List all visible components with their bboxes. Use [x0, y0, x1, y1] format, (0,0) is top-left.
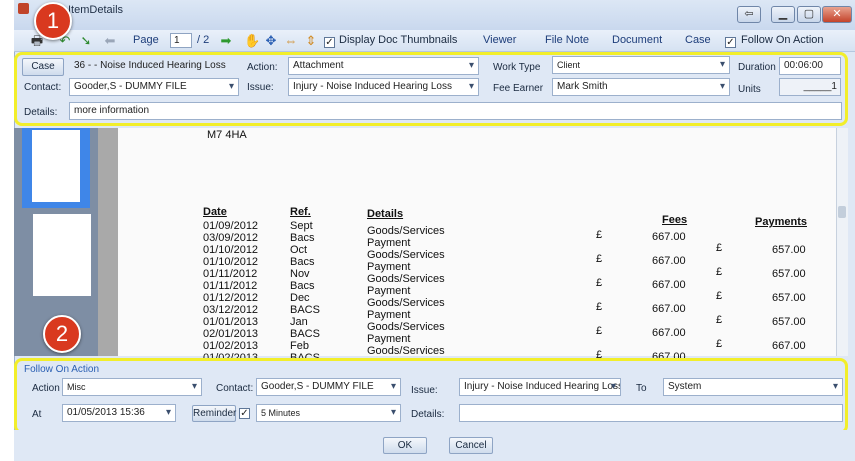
fee-currency: £ — [596, 277, 603, 289]
statement-ref-cell: Sept — [290, 220, 313, 232]
pan-hand-icon[interactable]: ✋ — [244, 34, 260, 48]
statement-details-cell: Payment — [367, 333, 411, 345]
file-note-button[interactable]: File Note — [545, 34, 589, 46]
page-total: / 2 — [197, 34, 210, 46]
statement-date-cell: 03/09/2012 — [203, 232, 259, 244]
statement-details-cell: Payment — [367, 285, 411, 297]
payment-currency: £ — [716, 314, 723, 326]
fee-amount-cell: 667.00 — [652, 255, 686, 267]
statement-ref-cell: Feb — [290, 340, 309, 352]
statement-ref-cell: Bacs — [290, 256, 315, 268]
statement-date-cell: 01/11/2012 — [203, 280, 258, 292]
viewer-button[interactable]: Viewer — [483, 34, 516, 46]
statement-ref-cell: BACS — [290, 328, 320, 340]
payment-currency: £ — [716, 266, 723, 278]
statement-ref-cell: Bacs — [290, 280, 315, 292]
statement-date-cell: 01/11/2012 — [203, 268, 258, 280]
fee-currency: £ — [596, 253, 603, 265]
fee-currency: £ — [596, 229, 603, 241]
fit-width-icon[interactable]: ⇔ — [284, 34, 298, 48]
statement-details-cell: Payment — [367, 237, 411, 249]
document-button[interactable]: Document — [612, 34, 662, 46]
statement-ref-cell: Oct — [290, 244, 308, 256]
statement-ref-cell: Jan — [290, 316, 308, 328]
statement-date-cell: 01/01/2013 — [203, 316, 259, 328]
minimize-button[interactable]: ▁ — [771, 6, 795, 23]
follow-on-action-label: Follow On Action — [741, 34, 824, 46]
follow-on-action-checkbox[interactable]: ✓ — [725, 37, 736, 48]
fee-amount-cell: 667.00 — [652, 231, 686, 243]
callout-badge-1: 1 — [34, 2, 72, 40]
page-1-thumbnail[interactable] — [22, 128, 90, 208]
document-header-payments: Payments — [755, 216, 807, 228]
payment-currency: £ — [716, 338, 723, 350]
scrollbar-thumb[interactable] — [838, 206, 846, 218]
callout-1-highlight — [14, 52, 848, 126]
statement-date-cell: 01/02/2013 — [203, 340, 259, 352]
document-header-fees: Fees — [662, 214, 688, 226]
fit-height-icon[interactable]: ⇕ — [304, 34, 318, 48]
window-title: ItemDetails — [68, 4, 124, 16]
document-address-line: M7 4HA — [207, 129, 247, 141]
cancel-button[interactable]: Cancel — [449, 437, 493, 454]
display-thumbnails-checkbox[interactable]: ✓ — [324, 37, 335, 48]
case-toolbar-button[interactable]: Case — [685, 34, 711, 46]
statement-date-cell: 02/01/2013 — [203, 328, 259, 340]
display-thumbnails-label: Display Doc Thumbnails — [339, 34, 458, 46]
statement-date-cell: 03/12/2012 — [203, 304, 259, 316]
statement-date-cell: 01/10/2012 — [203, 244, 259, 256]
select-icon[interactable]: ✥ — [264, 34, 278, 48]
statement-details-cell: Goods/Services — [367, 249, 445, 261]
close-button[interactable]: ✕ — [822, 6, 852, 23]
payment-currency: £ — [716, 242, 723, 254]
restore-back-button[interactable]: ⇦ — [737, 6, 761, 23]
page-label: Page — [133, 34, 159, 46]
statement-ref-cell: Dec — [290, 292, 310, 304]
title-bar — [14, 0, 855, 30]
statement-details-cell: Payment — [367, 261, 411, 273]
fee-amount-cell: 667.00 — [652, 303, 686, 315]
callout-2-highlight — [14, 358, 848, 434]
statement-date-cell: 01/10/2012 — [203, 256, 259, 268]
payment-amount-cell: 667.00 — [772, 340, 806, 352]
statement-details-cell: Goods/Services — [367, 321, 445, 333]
payment-amount-cell: 657.00 — [772, 316, 806, 328]
statement-details-cell: Goods/Services — [367, 225, 445, 237]
fee-currency: £ — [596, 325, 603, 337]
statement-ref-cell: Bacs — [290, 232, 315, 244]
ok-button[interactable]: OK — [383, 437, 427, 454]
next-page-icon[interactable]: ➡ — [219, 34, 233, 48]
statement-date-cell: 01/12/2012 — [203, 292, 259, 304]
page-number-input[interactable]: 1 — [170, 33, 192, 48]
statement-ref-cell: BACS — [290, 304, 320, 316]
statement-details-cell: Goods/Services — [367, 297, 445, 309]
fee-amount-cell: 667.00 — [652, 279, 686, 291]
fee-currency: £ — [596, 301, 603, 313]
page-1-thumbnail-image — [32, 130, 80, 202]
statement-details-cell: Goods/Services — [367, 273, 445, 285]
statement-details-cell: Payment — [367, 309, 411, 321]
payment-amount-cell: 657.00 — [772, 292, 806, 304]
previous-page-icon[interactable]: ⬅ — [103, 34, 117, 48]
callout-badge-2: 2 — [43, 315, 81, 353]
page-2-thumbnail[interactable] — [33, 214, 91, 296]
statement-ref-cell: Nov — [290, 268, 310, 280]
payment-currency: £ — [716, 290, 723, 302]
document-scrollbar[interactable] — [836, 128, 848, 356]
statement-date-cell: 01/09/2012 — [203, 220, 259, 232]
document-header-ref: Ref. — [290, 206, 311, 218]
fee-amount-cell: 667.00 — [652, 327, 686, 339]
app-icon — [18, 3, 29, 14]
forward-icon[interactable]: ➘ — [79, 34, 93, 48]
document-header-date: Date — [203, 206, 227, 218]
document-margin — [98, 128, 118, 356]
maximize-button[interactable]: ▢ — [797, 6, 821, 23]
document-header-details: Details — [367, 208, 404, 220]
payment-amount-cell: 657.00 — [772, 268, 806, 280]
payment-amount-cell: 657.00 — [772, 244, 806, 256]
dialog-footer — [14, 430, 855, 461]
statement-details-cell: Goods/Services — [367, 345, 445, 357]
